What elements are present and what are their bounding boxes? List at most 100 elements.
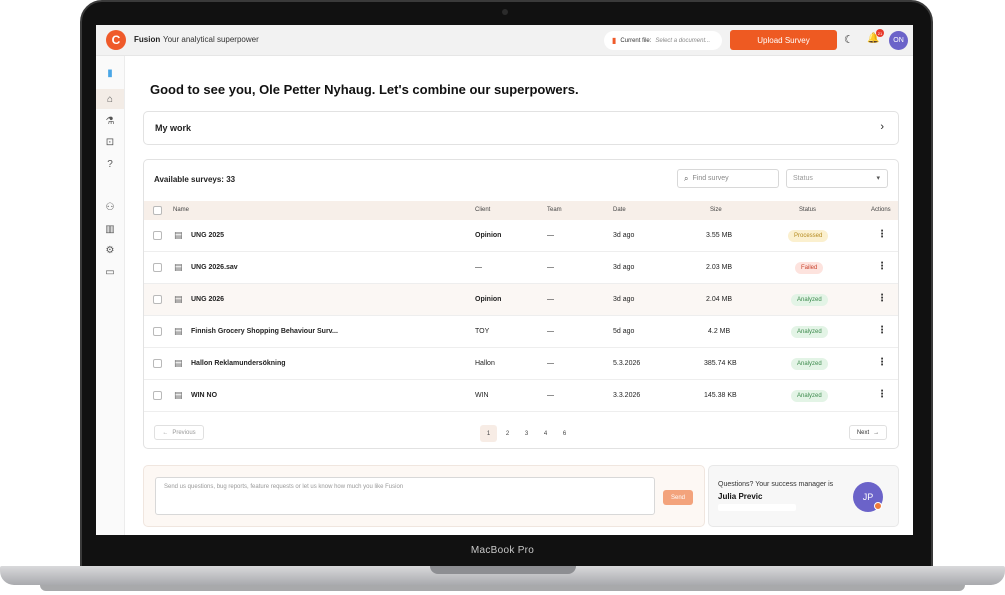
page-3-button[interactable]: 3	[518, 425, 535, 442]
help-icon[interactable]: ?	[96, 154, 124, 174]
survey-team: —	[547, 232, 554, 239]
column-header-date[interactable]: Date	[613, 207, 626, 213]
survey-date: 3.3.2026	[613, 392, 641, 399]
home-icon[interactable]: ⌂	[96, 89, 124, 109]
gear-icon[interactable]: ⚙	[96, 240, 124, 260]
survey-client: Hallon	[475, 360, 495, 367]
status-select[interactable]: Status ▾	[786, 169, 888, 188]
page-6-button[interactable]: 6	[556, 425, 573, 442]
row-checkbox[interactable]	[153, 231, 162, 240]
chevron-right-icon: ›	[880, 121, 884, 133]
table-row[interactable]: ▤ UNG 2026 Opinion — 3d ago 2.04 MB Anal…	[144, 284, 898, 316]
table-row[interactable]: ▤ UNG 2026.sav — — 3d ago 2.03 MB Failed…	[144, 252, 898, 284]
user-avatar[interactable]: ON	[889, 31, 908, 50]
survey-size: 2.03 MB	[706, 264, 733, 271]
next-page-button[interactable]: Next →	[849, 425, 887, 440]
moon-icon[interactable]: ☾	[844, 33, 854, 46]
survey-team: —	[547, 360, 554, 367]
table-header: Name Client Team Date Size Status Action…	[144, 201, 898, 220]
current-file-value: Select a document...	[655, 37, 711, 44]
surveys-panel: Available surveys: 33 ⌕ Find survey Stat…	[143, 159, 899, 449]
arrow-right-icon: →	[873, 429, 880, 436]
chevron-down-icon: ▾	[876, 175, 880, 182]
status-dot	[874, 502, 882, 510]
select-all-checkbox[interactable]	[153, 206, 162, 215]
survey-date: 5d ago	[613, 328, 635, 335]
search-input[interactable]: ⌕ Find survey	[677, 169, 779, 188]
previous-page-button[interactable]: ← Previous	[154, 425, 204, 440]
document-icon: ▤	[174, 326, 183, 336]
column-header-team[interactable]: Team	[547, 207, 562, 213]
success-manager-question: Questions? Your success manager is	[718, 481, 834, 488]
send-button[interactable]: Send	[663, 490, 693, 505]
file-icon: ▮	[612, 36, 617, 45]
my-work-label: My work	[155, 123, 192, 133]
manager-contact-placeholder	[718, 504, 796, 511]
table-row[interactable]: ▤ WIN NO WIN — 3.3.2026 145.38 KB Analyz…	[144, 380, 898, 412]
document-icon: ▤	[174, 390, 183, 400]
app-screen: C Fusion Your analytical superpower ▮ Cu…	[96, 25, 913, 535]
more-vert-icon[interactable]: ⋮	[877, 357, 887, 368]
feedback-panel: Send us questions, bug reports, feature …	[143, 465, 705, 527]
table-row[interactable]: ▤ Hallon Reklamundersökning Hallon — 5.3…	[144, 348, 898, 380]
column-header-actions: Actions	[871, 207, 891, 213]
row-checkbox[interactable]	[153, 391, 162, 400]
page-1-button[interactable]: 1	[480, 425, 497, 442]
device-label: MacBook Pro	[470, 545, 535, 556]
row-checkbox[interactable]	[153, 295, 162, 304]
survey-name[interactable]: Hallon Reklamundersökning	[191, 360, 286, 367]
survey-date: 5.3.2026	[613, 360, 641, 367]
upload-survey-button[interactable]: Upload Survey	[730, 30, 837, 50]
more-vert-icon[interactable]: ⋮	[877, 293, 887, 304]
arrow-left-icon: ←	[162, 429, 169, 436]
available-surveys-count: Available surveys: 33	[154, 175, 236, 184]
status-badge: Analyzed	[791, 390, 828, 402]
chat-icon[interactable]: ▭	[96, 262, 124, 282]
status-badge: Analyzed	[791, 358, 828, 370]
feedback-input[interactable]: Send us questions, bug reports, feature …	[155, 477, 655, 515]
sidebar-toggle-icon[interactable]: ▮	[96, 63, 124, 83]
my-work-panel[interactable]: My work ›	[143, 111, 899, 145]
survey-name[interactable]: WIN NO	[191, 392, 217, 399]
survey-name[interactable]: UNG 2026	[191, 296, 224, 303]
row-checkbox[interactable]	[153, 263, 162, 272]
survey-name[interactable]: UNG 2026.sav	[191, 264, 238, 271]
row-checkbox[interactable]	[153, 359, 162, 368]
document-icon: ▤	[174, 262, 183, 272]
survey-size: 2.04 MB	[706, 296, 733, 303]
page-4-button[interactable]: 4	[537, 425, 554, 442]
status-badge: Processed	[788, 230, 829, 242]
flask-icon[interactable]: ⚗	[96, 111, 124, 131]
search-document-icon[interactable]: ⊡	[96, 132, 124, 152]
status-badge: Analyzed	[791, 294, 828, 306]
survey-client: WIN	[475, 392, 489, 399]
column-header-status[interactable]: Status	[799, 207, 816, 213]
next-label: Next	[856, 429, 870, 436]
table-row[interactable]: ▤ Finnish Grocery Shopping Behaviour Sur…	[144, 316, 898, 348]
app-tagline: Your analytical superpower	[163, 35, 259, 44]
report-icon[interactable]: ▥	[96, 219, 124, 239]
row-checkbox[interactable]	[153, 327, 162, 336]
survey-client: Opinion	[475, 296, 502, 303]
page-2-button[interactable]: 2	[499, 425, 516, 442]
more-vert-icon[interactable]: ⋮	[877, 261, 887, 272]
table-row[interactable]: ▤ UNG 2025 Opinion — 3d ago 3.55 MB Proc…	[144, 220, 898, 252]
more-vert-icon[interactable]: ⋮	[877, 229, 887, 240]
survey-team: —	[547, 264, 554, 271]
column-header-client[interactable]: Client	[475, 207, 490, 213]
fusion-logo[interactable]: C	[106, 30, 126, 50]
status-badge: Failed	[795, 262, 824, 274]
survey-name[interactable]: UNG 2025	[191, 232, 224, 239]
survey-client: Opinion	[475, 232, 502, 239]
current-file-selector[interactable]: ▮ Current file: Select a document...	[604, 31, 722, 50]
status-badge: Analyzed	[791, 326, 828, 338]
more-vert-icon[interactable]: ⋮	[877, 325, 887, 336]
app-name: Fusion	[134, 35, 161, 44]
column-header-name[interactable]: Name	[173, 207, 189, 213]
survey-name[interactable]: Finnish Grocery Shopping Behaviour Surv.…	[191, 328, 338, 335]
success-manager-card: Questions? Your success manager is Julia…	[708, 465, 899, 527]
more-vert-icon[interactable]: ⋮	[877, 389, 887, 400]
team-icon[interactable]: ⚇	[96, 197, 124, 217]
status-placeholder: Status	[793, 175, 813, 182]
column-header-size[interactable]: Size	[710, 207, 722, 213]
